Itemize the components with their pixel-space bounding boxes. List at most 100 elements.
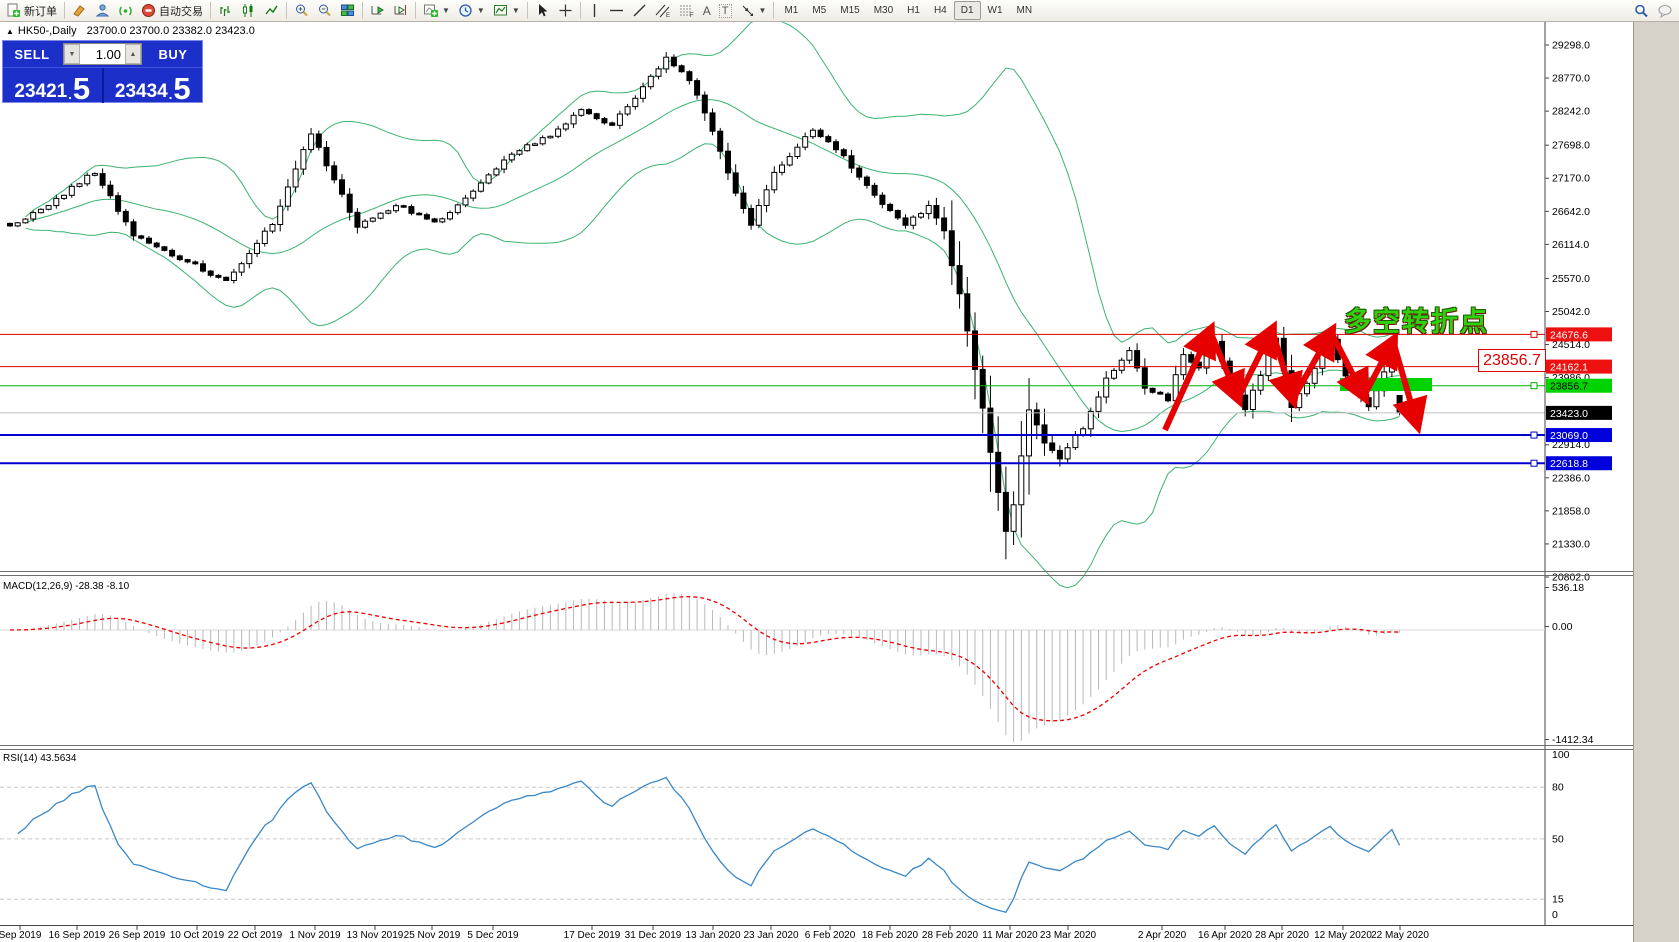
shapes-tool-button[interactable]: ▼ [736, 0, 771, 21]
price-level-box[interactable]: 23856.7 [1478, 349, 1546, 372]
tile-windows-button[interactable] [336, 0, 359, 21]
price-axis-label: 26114.0 [1552, 239, 1589, 251]
candle [780, 161, 785, 175]
time-axis-label: 28 Feb 2020 [922, 930, 979, 941]
candle [108, 181, 113, 199]
tf-button-M1[interactable]: M1 [777, 1, 805, 20]
time-axis-label: 5 Dec 2019 [467, 930, 519, 941]
hline-handle[interactable] [1531, 460, 1537, 466]
profile-button[interactable] [91, 0, 114, 21]
crosshair-tool-button[interactable] [554, 0, 577, 21]
candle [162, 246, 167, 252]
candle [1027, 378, 1032, 495]
templates-button[interactable]: ▼ [489, 0, 524, 21]
buy-button[interactable]: BUY [144, 47, 202, 62]
candle-chart-button[interactable] [237, 0, 260, 21]
price-axis-label: 21330.0 [1552, 538, 1590, 550]
time-axis-label: 6 Feb 2020 [805, 930, 856, 941]
trendline-tool-button[interactable] [628, 0, 651, 21]
search-button[interactable] [1629, 0, 1653, 21]
volume-increase-button[interactable]: ▲ [125, 44, 141, 64]
candle [448, 210, 453, 220]
cursor-tool-button[interactable] [531, 0, 554, 21]
candle [370, 217, 375, 222]
candle [556, 126, 561, 138]
fibonacci-tool-button[interactable]: F [675, 0, 699, 21]
sell-button[interactable]: SELL [3, 47, 61, 62]
periods-button[interactable]: ▼ [454, 0, 489, 21]
tf-button-M30[interactable]: M30 [867, 1, 900, 20]
line-chart-button[interactable] [260, 0, 283, 21]
time-axis-label: 16 Sep 2019 [49, 930, 106, 941]
tf-button-W1[interactable]: W1 [981, 1, 1010, 20]
price-axis: 29298.028770.028242.027698.027170.026642… [1545, 40, 1590, 584]
rsi-axis-label: 100 [1552, 749, 1570, 761]
candle [340, 174, 345, 197]
candle [1266, 345, 1271, 381]
zigzag-segment[interactable] [1165, 331, 1210, 430]
bar-chart-button[interactable] [214, 0, 237, 21]
candle [926, 201, 931, 220]
volume-value[interactable]: 1.00 [80, 47, 125, 62]
hline-handle[interactable] [1531, 432, 1537, 438]
sell-price[interactable]: 23421.5 [3, 68, 104, 103]
chart-canvas[interactable]: 29298.028770.028242.027698.027170.026642… [0, 0, 1679, 942]
text-tool-button[interactable]: A [699, 0, 715, 21]
autotrade-button[interactable]: 自动交易 [137, 0, 207, 21]
candle [610, 122, 615, 127]
label-tool-button[interactable]: T [715, 0, 736, 21]
new-order-button[interactable]: 新订单 [2, 0, 61, 21]
price-axis-label: 21858.0 [1552, 505, 1590, 517]
zoom-in-button[interactable] [290, 0, 313, 21]
candle [355, 208, 360, 233]
candle [903, 214, 908, 228]
one-click-trade-panel: SELL ▼ 1.00 ▲ BUY 23421.5 23434.5 [2, 40, 203, 103]
channel-tool-button[interactable]: E [651, 0, 675, 21]
zoom-out-button[interactable] [313, 0, 336, 21]
candle [193, 261, 198, 265]
volume-decrease-button[interactable]: ▼ [64, 44, 80, 64]
auto-scroll-button[interactable] [366, 0, 389, 21]
hline-tool-button[interactable] [605, 0, 628, 21]
candle [818, 128, 823, 138]
indicators-button[interactable]: ▼ [419, 0, 454, 21]
hline-handle[interactable] [1531, 331, 1537, 337]
timeframe-bar: M1M5M15M30H1H4D1W1MN [777, 1, 1039, 20]
candle [216, 274, 221, 278]
price-axis-label: 27698.0 [1552, 140, 1590, 152]
tf-button-H4[interactable]: H4 [927, 1, 954, 20]
brush-tool-button[interactable] [68, 0, 91, 21]
auto-scroll-icon [370, 3, 385, 18]
vline-tool-button[interactable] [584, 0, 605, 21]
price-tag-24676.6: 24676.6 [1550, 329, 1588, 341]
candle [1034, 403, 1039, 440]
candle [625, 104, 630, 116]
horizontal-lines[interactable] [0, 331, 1545, 466]
time-axis-label: 23 Mar 2020 [1040, 930, 1097, 941]
candle [417, 212, 422, 216]
tf-button-MN[interactable]: MN [1010, 1, 1040, 20]
volume-field[interactable]: ▼ 1.00 ▲ [63, 43, 142, 65]
hline-handle[interactable] [1531, 383, 1537, 389]
signal-button[interactable] [114, 0, 137, 21]
candle [826, 135, 831, 143]
candle [1073, 431, 1078, 450]
tf-button-M15[interactable]: M15 [833, 1, 866, 20]
tf-button-H1[interactable]: H1 [900, 1, 927, 20]
turning-point-annotation[interactable]: 多空转折点 [1344, 300, 1489, 339]
price-tag-23423.0: 23423.0 [1550, 408, 1588, 420]
candle [386, 210, 391, 215]
chat-button[interactable] [1653, 0, 1677, 21]
candle [85, 173, 90, 187]
candle [100, 169, 105, 189]
tf-button-D1[interactable]: D1 [954, 1, 981, 20]
ohlc-values: 23700.0 23700.0 23382.0 23423.0 [87, 25, 255, 37]
tf-button-M5[interactable]: M5 [805, 1, 833, 20]
candle [170, 249, 175, 258]
rsi-level-label: 50 [1552, 833, 1564, 845]
chart-shift-button[interactable] [389, 0, 412, 21]
candle [656, 66, 661, 79]
candle-chart-icon [241, 3, 256, 18]
buy-price[interactable]: 23434.5 [104, 68, 203, 103]
time-axis-label: 23 Jan 2020 [743, 930, 798, 941]
